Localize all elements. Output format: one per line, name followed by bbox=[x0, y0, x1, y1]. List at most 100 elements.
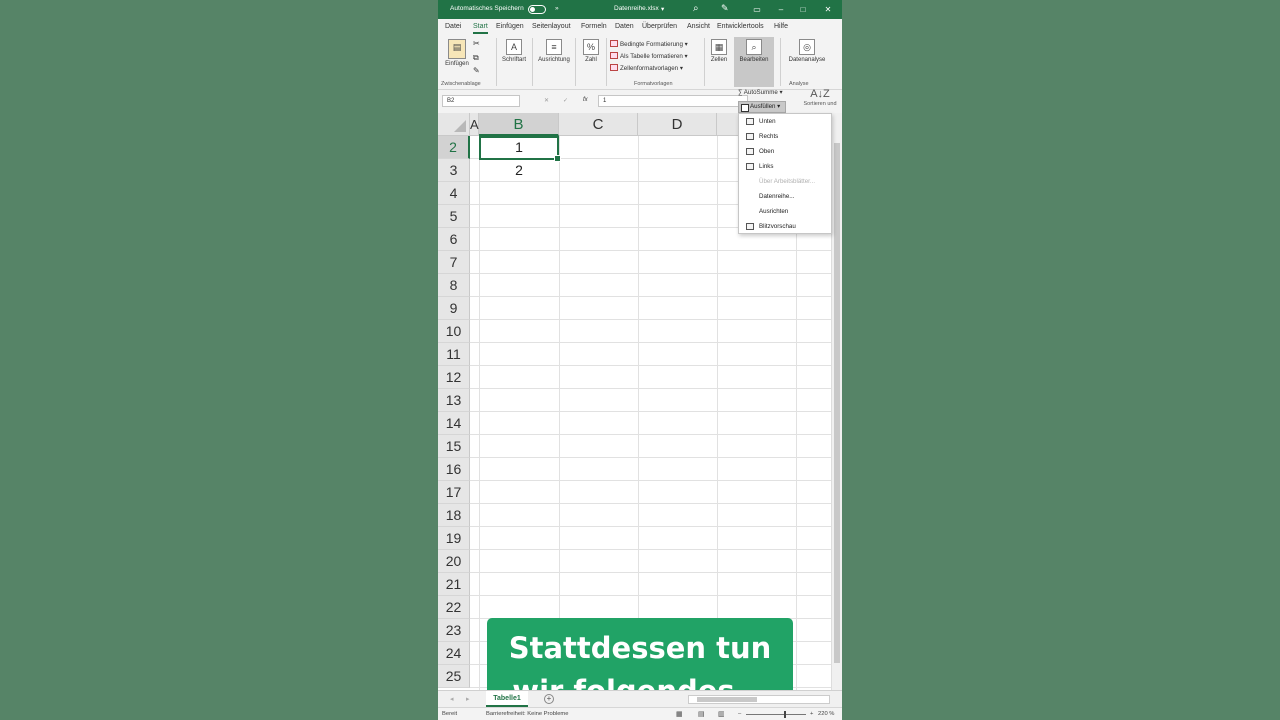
menu-item-datenreihe[interactable]: Datenreihe... bbox=[739, 189, 831, 204]
row-header-16[interactable]: 16 bbox=[438, 458, 470, 481]
menu-item-unten[interactable]: Unten bbox=[739, 114, 831, 129]
cells-button[interactable]: ▦ Zellen bbox=[706, 39, 732, 63]
format-as-table-button[interactable]: Als Tabelle formatieren ▾ bbox=[610, 52, 688, 60]
tab-daten[interactable]: Daten bbox=[615, 23, 634, 30]
column-header-b[interactable]: B bbox=[479, 113, 559, 136]
row-header-11[interactable]: 11 bbox=[438, 343, 470, 366]
editing-button[interactable]: ⌕ Bearbeiten bbox=[734, 37, 774, 87]
zoom-out-button[interactable]: – bbox=[738, 711, 741, 717]
filename-caret-icon[interactable]: ▾ bbox=[661, 5, 664, 13]
row-header-7[interactable]: 7 bbox=[438, 251, 470, 274]
row-header-24[interactable]: 24 bbox=[438, 642, 470, 665]
qat-more-button[interactable]: » bbox=[555, 5, 559, 12]
select-all-button[interactable] bbox=[438, 113, 470, 136]
row-header-13[interactable]: 13 bbox=[438, 389, 470, 412]
format-painter-icon[interactable]: ✎ bbox=[473, 66, 480, 75]
row-header-14[interactable]: 14 bbox=[438, 412, 470, 435]
insert-function-button[interactable]: fx bbox=[583, 97, 588, 103]
close-button[interactable]: ✕ bbox=[821, 3, 835, 16]
tab-hilfe[interactable]: Hilfe bbox=[774, 23, 788, 30]
sheet-nav-right-icon[interactable]: ▸ bbox=[466, 695, 470, 703]
ribbon-display-icon[interactable]: ▭ bbox=[750, 3, 764, 16]
row-header-15[interactable]: 15 bbox=[438, 435, 470, 458]
menu-item-ueber-arbeitsblaetter: Über Arbeitsblätter... bbox=[759, 178, 816, 185]
row-header-21[interactable]: 21 bbox=[438, 573, 470, 596]
row-header-22[interactable]: 22 bbox=[438, 596, 470, 619]
conditional-formatting-button[interactable]: Bedingte Formatierung ▾ bbox=[610, 40, 688, 48]
row-header-18[interactable]: 18 bbox=[438, 504, 470, 527]
menu-item-blitzvorschau[interactable]: Blitzvorschau bbox=[739, 219, 831, 234]
column-header-a[interactable]: A bbox=[470, 113, 479, 136]
row-header-4[interactable]: 4 bbox=[438, 182, 470, 205]
font-button[interactable]: A Schriftart bbox=[498, 39, 530, 63]
tab-entwicklertools[interactable]: Entwicklertools bbox=[717, 23, 764, 30]
sort-filter-button[interactable]: A↓Z Sortieren und bbox=[800, 88, 840, 114]
gridline bbox=[470, 365, 831, 366]
autosave-toggle[interactable] bbox=[528, 5, 546, 14]
tab-seitenlayout[interactable]: Seitenlayout bbox=[532, 23, 571, 30]
sheet-nav-left-icon[interactable]: ◂ bbox=[450, 695, 454, 703]
tab-start[interactable]: Start bbox=[473, 23, 488, 34]
row-header-3[interactable]: 3 bbox=[438, 159, 470, 182]
row-header-10[interactable]: 10 bbox=[438, 320, 470, 343]
row-header-9[interactable]: 9 bbox=[438, 297, 470, 320]
cut-icon[interactable]: ✂ bbox=[473, 39, 480, 48]
row-header-8[interactable]: 8 bbox=[438, 274, 470, 297]
page-layout-view-icon[interactable]: ▤ bbox=[698, 710, 705, 718]
menu-item-links[interactable]: Links bbox=[739, 159, 831, 174]
zoom-slider[interactable] bbox=[746, 711, 806, 718]
zoom-level[interactable]: 220 % bbox=[818, 711, 834, 717]
divider bbox=[496, 38, 497, 86]
cell-b3[interactable]: 2 bbox=[479, 159, 559, 182]
row-header-23[interactable]: 23 bbox=[438, 619, 470, 642]
alignment-button[interactable]: ≡ Ausrichtung bbox=[534, 39, 574, 63]
vertical-scrollbar[interactable] bbox=[831, 113, 842, 690]
active-cell-border bbox=[479, 136, 561, 162]
row-header-5[interactable]: 5 bbox=[438, 205, 470, 228]
menu-item-oben[interactable]: Oben bbox=[739, 144, 831, 159]
tab-formeln[interactable]: Formeln bbox=[581, 23, 607, 30]
normal-view-icon[interactable]: ▦ bbox=[676, 710, 683, 718]
copy-icon[interactable]: ⧉ bbox=[473, 53, 479, 63]
search-icon[interactable]: ⌕ bbox=[693, 3, 699, 14]
row-header-20[interactable]: 20 bbox=[438, 550, 470, 573]
autosum-button[interactable]: ∑ AutoSumme ▾ bbox=[738, 89, 798, 101]
number-button[interactable]: % Zahl bbox=[578, 39, 604, 63]
column-header-c[interactable]: C bbox=[559, 113, 638, 136]
cell-styles-button[interactable]: Zellenformatvorlagen ▾ bbox=[610, 64, 683, 72]
divider bbox=[532, 38, 533, 86]
tab-datei[interactable]: Datei bbox=[445, 23, 461, 30]
zoom-in-button[interactable]: + bbox=[810, 711, 813, 717]
page-break-view-icon[interactable]: ▥ bbox=[718, 710, 725, 718]
menu-item-rechts[interactable]: Rechts bbox=[739, 129, 831, 144]
pen-icon[interactable]: ✎ bbox=[721, 3, 729, 14]
row-header-19[interactable]: 19 bbox=[438, 527, 470, 550]
minimize-button[interactable]: – bbox=[774, 3, 788, 16]
row-header-6[interactable]: 6 bbox=[438, 228, 470, 251]
name-box[interactable]: B2 bbox=[442, 95, 520, 107]
horizontal-scrollbar[interactable] bbox=[688, 695, 830, 704]
tab-ansicht[interactable]: Ansicht bbox=[687, 23, 710, 30]
add-sheet-icon[interactable]: + bbox=[544, 694, 554, 704]
maximize-button[interactable]: □ bbox=[796, 3, 810, 16]
paste-button[interactable]: ▤ Einfügen bbox=[444, 39, 470, 67]
sheet-tab-tabelle1[interactable]: Tabelle1 bbox=[486, 691, 528, 707]
file-name[interactable]: Datenreihe.xlsx bbox=[614, 5, 659, 12]
formula-input[interactable]: 1 bbox=[598, 95, 748, 107]
row-header-25[interactable]: 25 bbox=[438, 665, 470, 688]
tab-einfuegen[interactable]: Einfügen bbox=[496, 23, 524, 30]
gridline bbox=[470, 434, 831, 435]
menu-item-ausrichten[interactable]: Ausrichten bbox=[739, 204, 831, 219]
row-header-2[interactable]: 2 bbox=[438, 136, 470, 159]
accessibility-status[interactable]: Barrierefreiheit: Keine Probleme bbox=[486, 711, 568, 717]
row-header-17[interactable]: 17 bbox=[438, 481, 470, 504]
tab-ueberpruefen[interactable]: Überprüfen bbox=[642, 23, 677, 30]
fill-button[interactable]: Ausfüllen ▾ bbox=[738, 101, 786, 113]
row-header-12[interactable]: 12 bbox=[438, 366, 470, 389]
divider bbox=[704, 38, 705, 86]
confirm-icon[interactable]: ✓ bbox=[563, 97, 568, 104]
column-header-d[interactable]: D bbox=[638, 113, 717, 136]
data-analysis-button[interactable]: ◎ Datenanalyse bbox=[782, 39, 832, 63]
cancel-icon[interactable]: ✕ bbox=[544, 97, 549, 104]
gridline bbox=[470, 342, 831, 343]
